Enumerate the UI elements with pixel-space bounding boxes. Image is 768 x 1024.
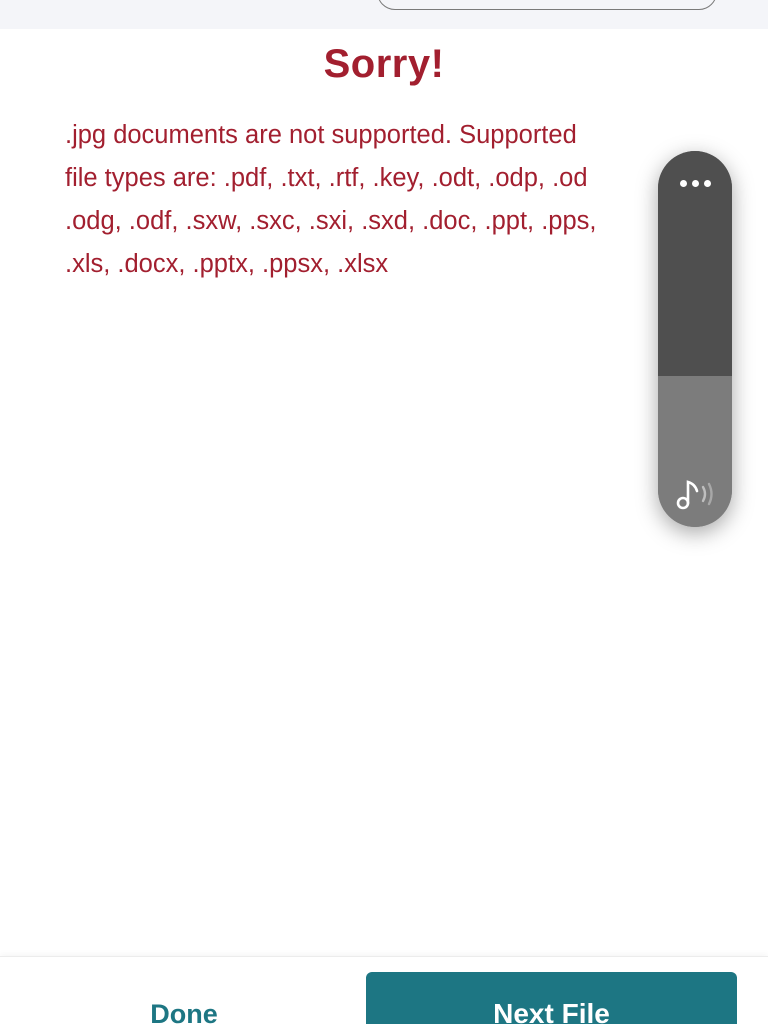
more-horizontal-icon[interactable] xyxy=(658,171,732,195)
music-note-icon xyxy=(676,480,713,510)
unsupported-file-screen: Sorry! .jpg documents are not supported.… xyxy=(0,0,768,1024)
top-bar xyxy=(0,0,768,29)
next-file-button[interactable]: Next File xyxy=(366,972,737,1024)
error-message: .jpg documents are not supported. Suppor… xyxy=(65,121,597,278)
bottom-action-bar: Done Next File xyxy=(0,956,768,1024)
done-button[interactable]: Done xyxy=(40,984,328,1024)
search-field-edge[interactable] xyxy=(377,0,717,10)
dialog-title: Sorry! xyxy=(323,42,445,86)
volume-hud[interactable] xyxy=(658,151,732,527)
